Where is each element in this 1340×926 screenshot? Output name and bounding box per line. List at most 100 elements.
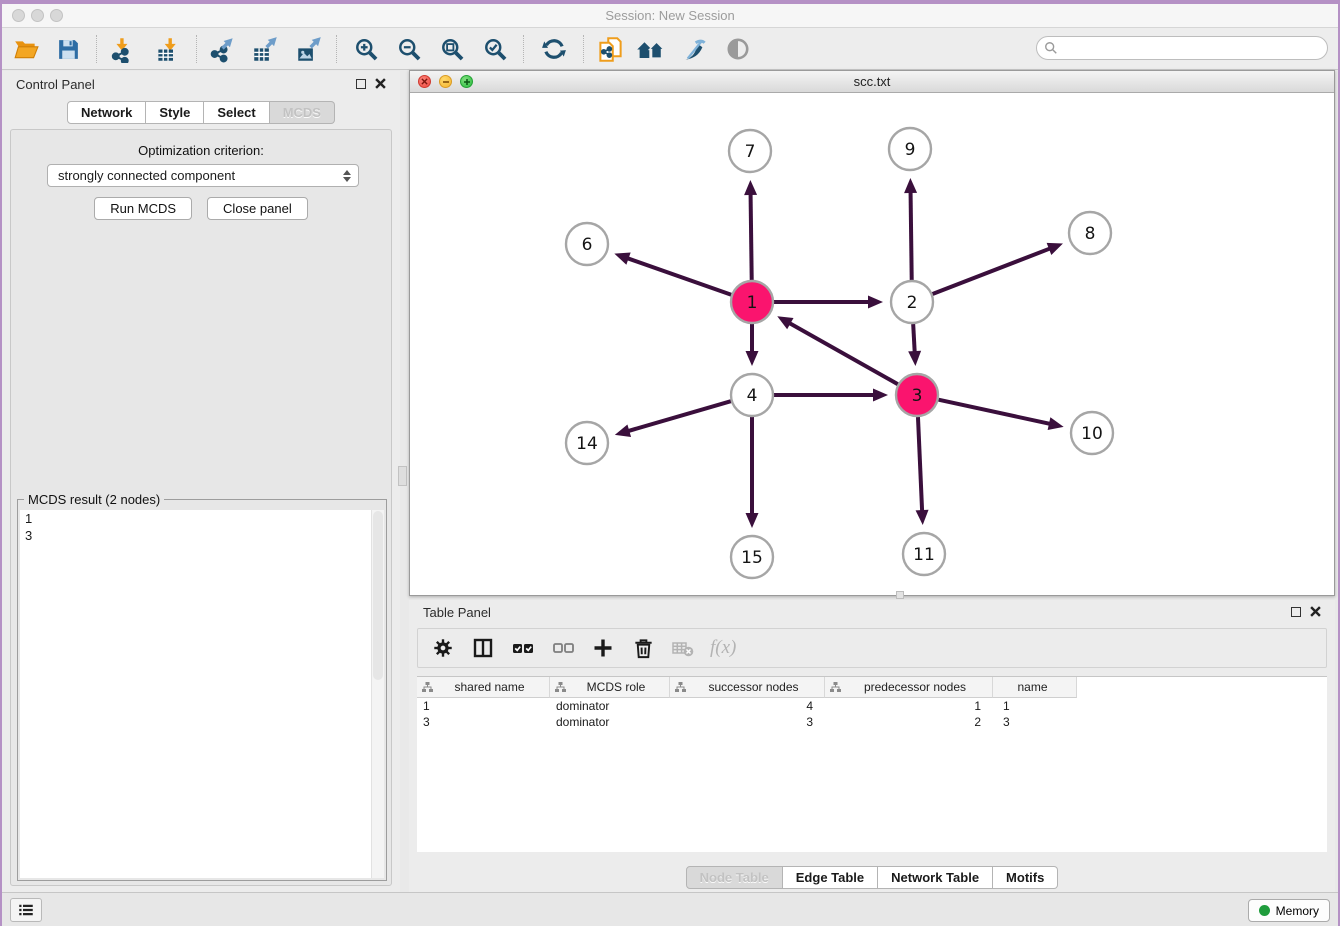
first-neighbors-icon[interactable] <box>634 33 666 65</box>
search-icon <box>1044 41 1058 55</box>
table-tabs: Node Table Edge Table Network Table Moti… <box>409 866 1335 889</box>
column-header-predecessor-nodes[interactable]: predecessor nodes <box>825 677 993 698</box>
column-header-successor-nodes[interactable]: successor nodes <box>670 677 825 698</box>
graph-edge-arrowhead <box>868 296 883 309</box>
save-session-icon[interactable] <box>52 33 84 65</box>
deselect-all-icon[interactable] <box>550 635 576 661</box>
delete-table-icon[interactable] <box>670 635 696 661</box>
frame-resize-handle[interactable] <box>896 591 904 599</box>
function-builder-icon[interactable]: f(x) <box>710 637 736 659</box>
graph-node-label: 4 <box>747 386 758 406</box>
graph-edge-4-14[interactable] <box>627 401 731 431</box>
float-panel-icon[interactable] <box>356 79 366 89</box>
apply-layout-icon[interactable] <box>538 33 570 65</box>
application-window: { "window": { "title": "Session: New Ses… <box>0 0 1340 926</box>
tab-mcds[interactable]: MCDS <box>270 101 335 124</box>
new-network-from-selection-icon[interactable] <box>594 33 626 65</box>
export-table-icon[interactable] <box>249 33 281 65</box>
close-panel-icon[interactable] <box>375 78 386 89</box>
graph-edge-2-8[interactable] <box>933 248 1051 294</box>
delete-columns-icon[interactable] <box>630 635 656 661</box>
task-history-button[interactable] <box>10 898 42 922</box>
network-graph: 7968124314101511 <box>410 93 1334 595</box>
graph-edge-1-6[interactable] <box>627 258 732 295</box>
column-type-icon <box>421 681 434 694</box>
table-row[interactable]: 3 dominator 3 2 3 <box>417 714 1327 730</box>
graph-node-label: 15 <box>741 548 763 568</box>
toolbar-separator <box>523 35 524 63</box>
graph-edge-2-3[interactable] <box>913 324 915 353</box>
tab-style[interactable]: Style <box>146 101 204 124</box>
graph-node-label: 1 <box>747 293 758 313</box>
window-titlebar: Session: New Session <box>2 4 1338 28</box>
split-pane-divider[interactable] <box>398 466 407 486</box>
mcds-result-groupbox: MCDS result (2 nodes) 1 3 <box>17 499 387 881</box>
column-header-mcds-role[interactable]: MCDS role <box>550 677 670 698</box>
zoom-fit-icon[interactable] <box>436 33 468 65</box>
close-panel-icon[interactable] <box>1310 606 1321 617</box>
zoom-out-icon[interactable] <box>393 33 425 65</box>
open-session-icon[interactable] <box>10 33 42 65</box>
zoom-in-icon[interactable] <box>350 33 382 65</box>
table-row[interactable]: 1 dominator 4 1 1 <box>417 698 1327 714</box>
optimization-criterion-select[interactable]: strongly connected component <box>47 164 359 187</box>
column-type-icon <box>829 681 842 694</box>
mcds-result-textarea[interactable]: 1 3 <box>20 510 384 878</box>
hide-selection-icon[interactable] <box>678 33 710 65</box>
control-panel: Control Panel Network Style Select MCDS … <box>2 71 400 892</box>
tab-network-table[interactable]: Network Table <box>878 866 993 889</box>
float-panel-icon[interactable] <box>1291 607 1301 617</box>
zoom-selected-icon[interactable] <box>479 33 511 65</box>
memory-label: Memory <box>1276 904 1319 918</box>
tab-motifs[interactable]: Motifs <box>993 866 1058 889</box>
tab-select[interactable]: Select <box>204 101 269 124</box>
network-canvas[interactable]: 7968124314101511 <box>410 93 1334 595</box>
cell-name: 3 <box>993 714 1077 730</box>
import-table-icon[interactable] <box>152 33 184 65</box>
tab-network[interactable]: Network <box>67 101 146 124</box>
show-graphics-details-icon[interactable] <box>722 33 754 65</box>
optimization-criterion-label: Optimization criterion: <box>11 143 391 158</box>
import-network-icon[interactable] <box>106 33 138 65</box>
network-view-window: scc.txt 7968124314101511 <box>409 70 1335 596</box>
graph-edge-3-11[interactable] <box>918 417 922 512</box>
graph-node-label: 2 <box>907 293 918 313</box>
search-input[interactable] <box>1058 39 1327 57</box>
select-all-icon[interactable] <box>510 635 536 661</box>
graph-edge-1-7[interactable] <box>751 193 752 280</box>
export-network-icon[interactable] <box>206 33 238 65</box>
graph-edge-3-10[interactable] <box>938 400 1050 424</box>
show-column-panel-icon[interactable] <box>470 635 496 661</box>
cell-name: 1 <box>993 698 1077 714</box>
network-window-titlebar[interactable]: scc.txt <box>410 71 1334 93</box>
close-panel-button[interactable]: Close panel <box>207 197 308 220</box>
memory-status-icon <box>1259 905 1270 916</box>
dropdown-arrows-icon <box>340 170 358 182</box>
node-table: shared name MCDS role successor nodes pr… <box>417 676 1327 852</box>
cell-shared-name: 3 <box>417 714 550 730</box>
graph-edge-arrowhead <box>1047 243 1063 255</box>
tab-edge-table[interactable]: Edge Table <box>783 866 878 889</box>
graph-edge-arrowhead <box>614 252 630 264</box>
result-scrollbar[interactable] <box>371 510 384 878</box>
graph-edge-2-9[interactable] <box>911 191 912 280</box>
graph-edge-3-1[interactable] <box>789 323 898 385</box>
graph-edge-arrowhead <box>1048 417 1064 430</box>
create-column-icon[interactable] <box>590 635 616 661</box>
graph-node-label: 11 <box>913 545 935 565</box>
search-field <box>1036 36 1328 60</box>
list-icon <box>17 901 35 919</box>
column-header-name[interactable]: name <box>993 677 1077 698</box>
memory-button[interactable]: Memory <box>1248 899 1330 922</box>
status-bar: Memory <box>2 892 1338 926</box>
tab-node-table[interactable]: Node Table <box>686 866 783 889</box>
run-mcds-button[interactable]: Run MCDS <box>94 197 192 220</box>
cell-mcds-role: dominator <box>550 698 670 714</box>
table-panel-title: Table Panel <box>423 605 491 620</box>
graph-edge-arrowhead <box>744 180 757 195</box>
column-header-shared-name[interactable]: shared name <box>417 677 550 698</box>
table-options-icon[interactable] <box>430 635 456 661</box>
export-image-icon[interactable] <box>293 33 325 65</box>
graph-node-label: 8 <box>1085 224 1096 244</box>
cell-predecessor-nodes: 2 <box>825 714 993 730</box>
